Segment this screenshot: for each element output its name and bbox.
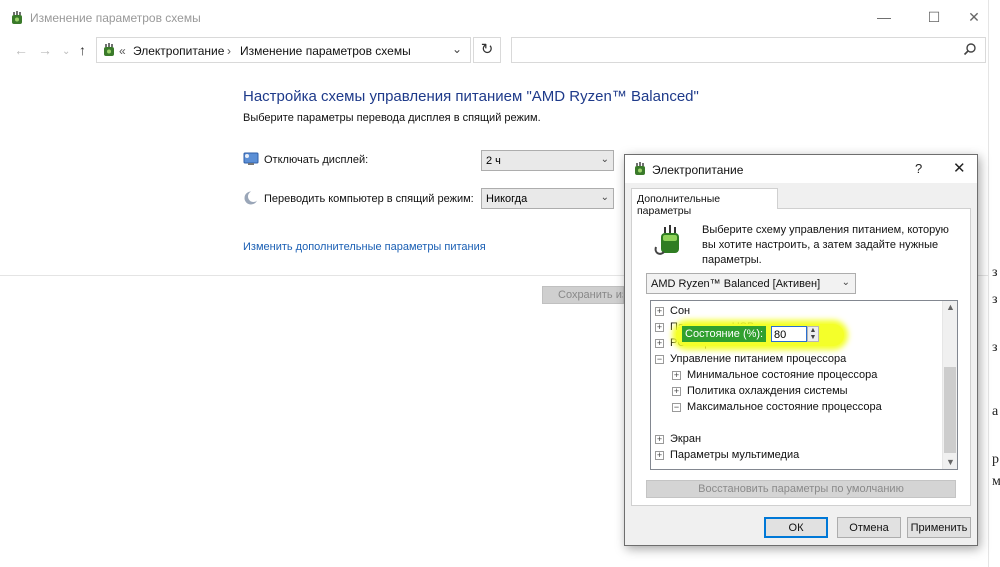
maximize-button[interactable]: ☐ (920, 6, 948, 28)
sleep-moon-icon (244, 191, 259, 205)
battery-plug-icon (654, 225, 679, 255)
address-bar[interactable]: « Электропитание › Изменение параметров … (96, 37, 471, 63)
recent-locations-button[interactable]: ⌄ (62, 44, 70, 60)
tree-item-sleep[interactable]: + Сон (655, 305, 690, 320)
search-input[interactable] (511, 37, 986, 63)
restore-defaults-button[interactable]: Восстановить параметры по умолчанию (646, 480, 956, 498)
edge-glyph: з (992, 340, 998, 355)
tree-item-label: Сон (670, 305, 691, 318)
power-plan-value: AMD Ryzen™ Balanced [Активен] (651, 278, 821, 290)
up-button[interactable]: ↑ (79, 42, 86, 58)
display-off-value: 2 ч (486, 155, 501, 167)
close-button[interactable]: ✕ (960, 6, 988, 28)
tree-item-label: Политика охлаждения системы (687, 385, 848, 398)
tree-item-min-processor-state[interactable]: + Минимальное состояние процессора (672, 369, 877, 384)
search-icon (963, 43, 976, 56)
tree-item-label: Минимальное состояние процессора (687, 369, 878, 382)
cancel-button[interactable]: Отмена (837, 517, 901, 538)
edge-glyph: м (992, 474, 1000, 489)
minimize-button[interactable]: — (870, 6, 898, 28)
tree-item-processor-power[interactable]: − Управление питанием процессора (655, 353, 846, 368)
back-button[interactable]: ← (14, 42, 28, 58)
power-options-dialog: Электропитание ? ✕ Дополнительные параме… (624, 154, 978, 546)
scroll-up-icon[interactable]: ▲ (946, 302, 955, 312)
page-title: Настройка схемы управления питанием "AMD… (243, 88, 699, 105)
expand-icon[interactable]: + (655, 434, 664, 444)
tree-item-label: Параметры мультимедиа (670, 449, 800, 462)
breadcrumb-current[interactable]: Изменение параметров схемы (240, 44, 411, 58)
apply-button[interactable]: Применить (907, 517, 971, 538)
window-title: Изменение параметров схемы (30, 11, 201, 25)
tree-item-label: Экран (670, 433, 702, 446)
ok-button[interactable]: ОК (764, 517, 828, 538)
power-options-icon (635, 162, 645, 175)
chevron-down-icon: ⌄ (600, 154, 609, 165)
forward-button[interactable]: → (38, 42, 52, 58)
sleep-value: Никогда (486, 193, 528, 205)
dialog-title: Электропитание (652, 163, 744, 177)
monitor-icon (243, 152, 259, 165)
dialog-close-button[interactable]: ✕ (953, 159, 966, 177)
navigation-bar: ← → ⌄ ↑ « Электропитание › Изменение пар… (0, 34, 988, 66)
tree-scrollbar[interactable]: ▲ ▼ (942, 301, 957, 469)
breadcrumb-overflow[interactable]: « (119, 44, 126, 58)
tree-item-display[interactable]: + Экран (655, 433, 701, 448)
title-bar: Изменение параметров схемы — ☐ ✕ (0, 0, 988, 34)
expand-icon[interactable]: + (672, 370, 681, 380)
dialog-title-bar: Электропитание ? ✕ (625, 155, 977, 183)
display-off-label: Отключать дисплей: (264, 154, 369, 166)
scroll-down-icon[interactable]: ▼ (946, 457, 955, 467)
tree-item-label: Управление питанием процессора (670, 353, 847, 366)
advanced-settings-panel: Выберите схему управления питанием, кото… (631, 208, 971, 506)
processor-state-label: Состояние (%): (682, 326, 767, 342)
edge-glyph: а (992, 404, 999, 419)
edge-glyph: р (992, 452, 999, 467)
page-subtitle: Выберите параметры перевода дисплея в сп… (243, 112, 541, 124)
power-options-icon (12, 11, 22, 24)
background-window-edge: з з з а р м (988, 0, 1000, 567)
breadcrumb-power-options[interactable]: Электропитание (133, 44, 224, 58)
display-off-select[interactable]: 2 ч ⌄ (481, 150, 614, 171)
save-changes-button[interactable]: Сохранить изменения (542, 286, 624, 304)
tree-item-label: Максимальное состояние процессора (687, 401, 882, 414)
scrollbar-thumb[interactable] (944, 367, 956, 453)
breadcrumb-separator[interactable]: › (227, 44, 231, 58)
advanced-settings-link[interactable]: Изменить дополнительные параметры питани… (243, 241, 486, 253)
expand-icon[interactable]: + (672, 386, 681, 396)
edge-glyph: з (992, 292, 998, 307)
tab-advanced-settings[interactable]: Дополнительные параметры (631, 188, 778, 217)
refresh-button[interactable]: ↻ (473, 37, 501, 63)
collapse-icon[interactable]: − (655, 354, 664, 364)
power-options-icon (104, 43, 114, 56)
chevron-down-icon[interactable]: ⌄ (452, 42, 462, 56)
expand-icon[interactable]: + (655, 450, 664, 460)
expand-icon[interactable]: + (655, 322, 664, 332)
expand-icon[interactable]: + (655, 306, 664, 316)
chevron-down-icon: ⌄ (841, 277, 850, 288)
sleep-label: Переводить компьютер в спящий режим: (264, 193, 474, 205)
tree-item-cooling-policy[interactable]: + Политика охлаждения системы (672, 385, 848, 400)
sleep-select[interactable]: Никогда ⌄ (481, 188, 614, 209)
edge-glyph: з (992, 265, 998, 280)
tree-item-multimedia[interactable]: + Параметры мультимедиа (655, 449, 799, 464)
processor-state-spinner[interactable]: ▲ ▼ (807, 326, 819, 342)
dialog-description: Выберите схему управления питанием, кото… (702, 224, 949, 266)
chevron-down-icon: ⌄ (600, 192, 609, 203)
expand-icon[interactable]: + (655, 338, 664, 348)
tree-item-max-processor-state[interactable]: − Максимальное состояние процессора (672, 401, 882, 416)
collapse-icon[interactable]: − (672, 402, 681, 412)
power-plan-select[interactable]: AMD Ryzen™ Balanced [Активен] ⌄ (646, 273, 856, 294)
help-button[interactable]: ? (915, 161, 922, 176)
processor-state-input[interactable] (771, 326, 807, 342)
